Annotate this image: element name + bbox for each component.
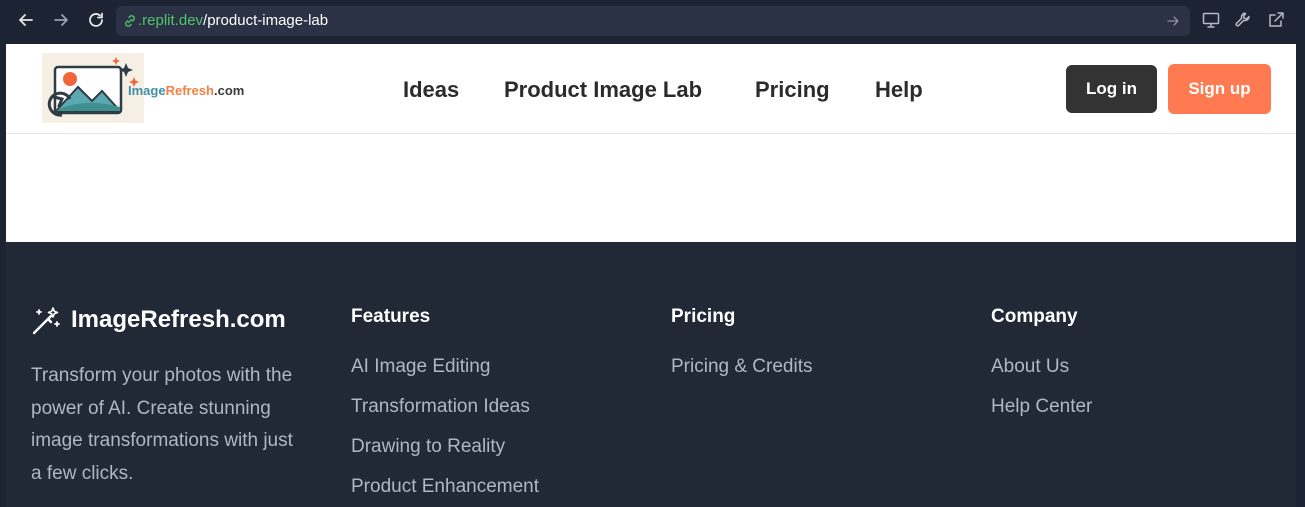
footer-brand[interactable]: ImageRefresh.com	[31, 306, 286, 336]
footer-heading-pricing: Pricing	[671, 306, 736, 327]
nav-item-ideas[interactable]: Ideas	[403, 77, 459, 103]
page: ImageRefresh.com Ideas Product Image Lab…	[6, 44, 1296, 507]
wrench-icon[interactable]	[1233, 10, 1253, 30]
footer-heading-company: Company	[991, 306, 1078, 327]
monitor-icon[interactable]	[1201, 10, 1221, 30]
forward-button[interactable]	[50, 9, 72, 31]
address-bar[interactable]: .replit.dev/product-image-lab	[116, 6, 1190, 36]
link-icon	[125, 15, 135, 27]
login-button[interactable]: Log in	[1066, 65, 1157, 113]
footer-brand-name: ImageRefresh.com	[71, 306, 286, 333]
url-host: .replit.dev	[138, 12, 204, 29]
url-path: /product-image-lab	[203, 12, 329, 29]
scrollbar[interactable]	[1296, 44, 1305, 507]
logo-text-refresh: Refresh	[165, 83, 214, 98]
site-header: ImageRefresh.com Ideas Product Image Lab…	[6, 44, 1296, 134]
url-text: .replit.dev/product-image-lab	[138, 12, 328, 29]
magic-wand-icon	[32, 307, 60, 335]
footer-link-about-us[interactable]: About Us	[991, 356, 1069, 378]
site-footer: ImageRefresh.com Transform your photos w…	[6, 242, 1296, 507]
footer-heading-features: Features	[351, 306, 431, 327]
footer-link-pricing-credits[interactable]: Pricing & Credits	[671, 356, 813, 378]
footer-link-transformation-ideas[interactable]: Transformation Ideas	[351, 396, 530, 418]
arrow-right-icon	[54, 14, 68, 26]
footer-link-help-center[interactable]: Help Center	[991, 396, 1092, 418]
arrow-right-icon[interactable]	[1166, 14, 1180, 28]
back-button[interactable]	[15, 9, 37, 31]
footer-link-drawing-to-reality[interactable]: Drawing to Reality	[351, 436, 505, 458]
footer-link-ai-image-editing[interactable]: AI Image Editing	[351, 356, 490, 378]
arrow-left-icon	[19, 14, 33, 26]
nav-item-help[interactable]: Help	[875, 77, 923, 103]
footer-link-product-enhancement[interactable]: Product Enhancement	[351, 476, 539, 498]
signup-button[interactable]: Sign up	[1168, 64, 1271, 114]
external-link-icon[interactable]	[1266, 10, 1286, 30]
reload-icon	[89, 12, 103, 27]
logo-text-image: Image	[128, 83, 166, 98]
logo-text-com: .com	[214, 83, 245, 98]
footer-brand-description: Transform your photos with the power of …	[31, 365, 293, 484]
reload-button[interactable]	[85, 9, 107, 31]
nav-item-pricing[interactable]: Pricing	[755, 77, 830, 103]
browser-toolbar: .replit.dev/product-image-lab	[0, 0, 1305, 44]
logo-text[interactable]: ImageRefresh.com	[128, 83, 244, 98]
nav-item-product-image-lab[interactable]: Product Image Lab	[504, 77, 702, 103]
